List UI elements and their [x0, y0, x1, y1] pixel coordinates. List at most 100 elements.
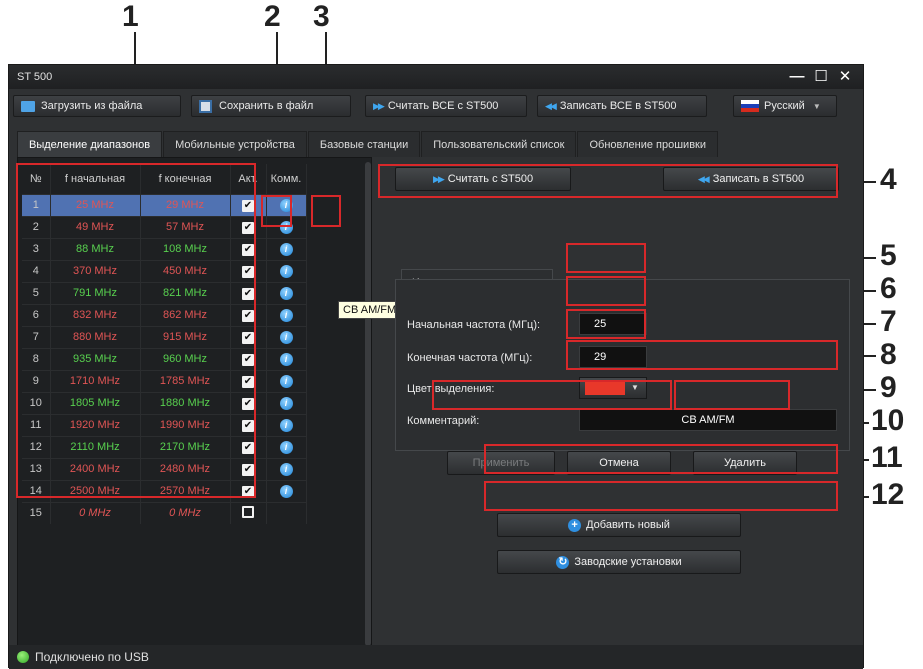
info-icon[interactable]: i	[279, 352, 293, 366]
table-row[interactable]: 7 880 MHz 915 MHz ✔ i	[22, 325, 307, 348]
row-active-cell: ✔	[230, 413, 267, 436]
active-checkbox[interactable]: ✔	[242, 441, 254, 454]
active-checkbox[interactable]: ✔	[242, 375, 254, 388]
active-checkbox[interactable]: ✔	[242, 353, 254, 366]
highlight-color-picker[interactable]: ▼	[579, 377, 647, 399]
info-icon[interactable]: i	[279, 220, 293, 234]
callout-10: 10	[871, 404, 905, 437]
active-checkbox[interactable]: ✔	[242, 199, 254, 212]
comment-input[interactable]: CB AM/FM	[579, 409, 837, 431]
factory-settings-button[interactable]: ↻ Заводские установки	[497, 550, 741, 574]
active-checkbox[interactable]: ✔	[242, 463, 254, 476]
minimize-button[interactable]: —	[787, 67, 807, 87]
col-header-number[interactable]: №	[22, 164, 51, 194]
info-icon[interactable]: i	[279, 374, 293, 388]
info-icon[interactable]: i	[279, 242, 293, 256]
maximize-button[interactable]: ☐	[811, 67, 831, 87]
col-header-active[interactable]: Акт.	[230, 164, 267, 194]
row-start-freq: 0 MHz	[50, 501, 141, 524]
table-row[interactable]: 5 791 MHz 821 MHz ✔ i	[22, 281, 307, 304]
active-checkbox[interactable]: ✔	[242, 221, 254, 234]
active-checkbox[interactable]: ✔	[242, 485, 254, 498]
info-icon[interactable]: i	[279, 484, 293, 498]
info-icon[interactable]: i	[279, 198, 293, 212]
tab-base-stations[interactable]: Базовые станции	[307, 131, 421, 157]
row-end-freq: 2170 MHz	[140, 435, 231, 458]
active-checkbox[interactable]: ✔	[242, 419, 254, 432]
delete-button[interactable]: Удалить	[693, 451, 797, 475]
info-icon[interactable]: i	[279, 440, 293, 454]
table-row[interactable]: 9 1710 MHz 1785 MHz ✔ i	[22, 369, 307, 392]
row-comment-cell: i	[266, 369, 307, 392]
info-icon[interactable]: i	[279, 418, 293, 432]
active-checkbox[interactable]: ✔	[242, 243, 254, 256]
table-row[interactable]: 12 2110 MHz 2170 MHz ✔ i	[22, 435, 307, 458]
start-freq-input[interactable]: 25	[579, 313, 647, 335]
active-checkbox[interactable]: ✔	[242, 287, 254, 300]
add-new-button[interactable]: + Добавить новый	[497, 513, 741, 537]
table-row[interactable]: 3 88 MHz 108 MHz ✔ i	[22, 237, 307, 260]
row-end-freq: 108 MHz	[140, 237, 231, 260]
info-icon[interactable]: i	[279, 286, 293, 300]
row-start-freq: 2400 MHz	[50, 457, 141, 480]
table-row[interactable]: 10 1805 MHz 1880 MHz ✔ i	[22, 391, 307, 414]
rewind-icon: ◀◀	[545, 100, 557, 111]
tab-band-selection[interactable]: Выделение диапазонов	[17, 131, 163, 157]
info-icon[interactable]: i	[279, 462, 293, 476]
vertical-scrollbar[interactable]	[365, 162, 371, 646]
end-freq-label: Конечная частота (МГц):	[407, 352, 533, 364]
tab-mobile-devices[interactable]: Мобильные устройства	[163, 131, 307, 157]
info-icon[interactable]: i	[279, 308, 293, 322]
write-all-button[interactable]: ◀◀ Записать ВСЕ в ST500	[537, 95, 707, 117]
table-row[interactable]: 13 2400 MHz 2480 MHz ✔ i	[22, 457, 307, 480]
read-all-label: Считать ВСЕ с ST500	[387, 100, 499, 112]
col-header-comment[interactable]: Комм.	[266, 164, 307, 194]
tab-firmware-update[interactable]: Обновление прошивки	[577, 131, 718, 157]
read-from-device-label: Считать с ST500	[447, 173, 534, 185]
table-row[interactable]: 15 0 MHz 0 MHz	[22, 501, 307, 524]
apply-button[interactable]: Применить	[447, 451, 555, 475]
row-comment-cell: i	[266, 347, 307, 370]
info-icon[interactable]: i	[279, 396, 293, 410]
load-from-file-button[interactable]: Загрузить из файла	[13, 95, 181, 117]
row-end-freq: 1785 MHz	[140, 369, 231, 392]
write-to-device-button[interactable]: ◀◀ Записать в ST500	[663, 167, 839, 191]
save-to-file-button[interactable]: Сохранить в файл	[191, 95, 351, 117]
read-from-device-button[interactable]: ▶▶ Считать с ST500	[395, 167, 571, 191]
cancel-button[interactable]: Отмена	[567, 451, 671, 475]
row-number: 14	[22, 479, 51, 502]
row-number: 10	[22, 391, 51, 414]
callout-5: 5	[880, 239, 897, 272]
row-end-freq: 915 MHz	[140, 325, 231, 348]
active-checkbox[interactable]: ✔	[242, 331, 254, 344]
table-row[interactable]: 2 49 MHz 57 MHz ✔ i	[22, 215, 307, 238]
col-header-end-freq[interactable]: f конечная	[140, 164, 231, 194]
table-row[interactable]: 1 25 MHz 29 MHz ✔ i	[22, 193, 307, 216]
row-end-freq: 57 MHz	[140, 215, 231, 238]
row-active-cell: ✔	[230, 325, 267, 348]
toolbar: Загрузить из файла Сохранить в файл ▶▶ С…	[9, 93, 863, 121]
active-checkbox[interactable]	[242, 505, 254, 518]
active-checkbox[interactable]: ✔	[242, 309, 254, 322]
active-checkbox[interactable]: ✔	[242, 265, 254, 278]
row-end-freq: 29 MHz	[140, 193, 231, 216]
read-all-button[interactable]: ▶▶ Считать ВСЕ с ST500	[365, 95, 527, 117]
table-row[interactable]: 6 832 MHz 862 MHz ✔ i	[22, 303, 307, 326]
end-freq-input[interactable]: 29	[579, 346, 647, 368]
table-row[interactable]: 8 935 MHz 960 MHz ✔ i	[22, 347, 307, 370]
table-row[interactable]: 11 1920 MHz 1990 MHz ✔ i	[22, 413, 307, 436]
info-icon[interactable]: i	[279, 264, 293, 278]
active-checkbox[interactable]: ✔	[242, 397, 254, 410]
close-button[interactable]: ✕	[835, 67, 855, 87]
language-select[interactable]: Русский ▼	[733, 95, 837, 117]
info-icon[interactable]: i	[279, 330, 293, 344]
table-row[interactable]: 4 370 MHz 450 MHz ✔ i	[22, 259, 307, 282]
tab-user-list[interactable]: Пользовательский список	[421, 131, 577, 157]
window-title: ST 500	[17, 71, 53, 83]
col-header-start-freq[interactable]: f начальная	[50, 164, 141, 194]
row-comment-cell: i	[266, 435, 307, 458]
row-comment-cell: i	[266, 193, 307, 216]
row-start-freq: 880 MHz	[50, 325, 141, 348]
table-row[interactable]: 14 2500 MHz 2570 MHz ✔ i	[22, 479, 307, 502]
row-start-freq: 1805 MHz	[50, 391, 141, 414]
